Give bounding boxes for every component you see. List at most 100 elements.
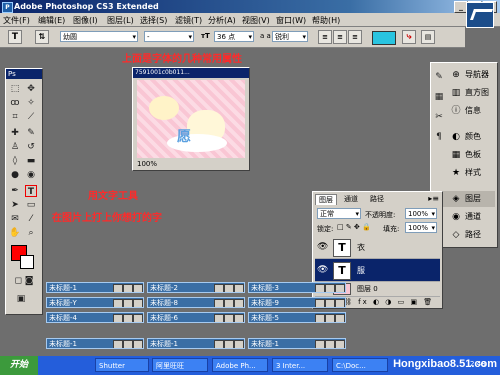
window-control-icon[interactable] <box>234 314 244 322</box>
window-control-icon[interactable] <box>224 314 234 322</box>
nav-histogram[interactable]: ▥ 直方图 <box>433 85 495 101</box>
background-color-swatch[interactable] <box>20 255 34 269</box>
minimized-document[interactable]: 未标题-3 <box>248 282 346 293</box>
character-panel-icon[interactable]: ▤ <box>421 30 435 44</box>
healing-brush-icon[interactable]: ✚ <box>9 127 21 139</box>
window-control-icon[interactable] <box>123 299 133 307</box>
font-family-select[interactable]: 幼圆 <box>60 31 138 43</box>
window-control-icon[interactable] <box>214 314 224 322</box>
window-control-icon[interactable] <box>214 299 224 307</box>
menu-layer[interactable]: 图层(L) <box>107 15 134 26</box>
type-tool-icon[interactable]: T <box>25 185 37 197</box>
move-tool-icon[interactable]: ✥ <box>25 83 37 95</box>
hand-tool-icon[interactable]: ✋ <box>9 227 21 239</box>
nav-styles[interactable]: ★ 样式 <box>433 165 495 181</box>
start-button[interactable]: 开始 <box>0 356 38 375</box>
window-control-icon[interactable] <box>234 340 244 348</box>
layer-row-selected[interactable]: 👁 T 服 <box>315 259 440 282</box>
text-tool-preset-icon[interactable]: T <box>8 30 22 44</box>
window-control-icon[interactable] <box>234 299 244 307</box>
minimized-document[interactable]: 未标题-1 <box>248 338 346 349</box>
tab-layers[interactable]: 图层 <box>315 194 337 205</box>
window-control-icon[interactable] <box>113 340 123 348</box>
taskbar-item[interactable]: C:\Doc... <box>332 358 388 372</box>
fill-input[interactable]: 100% <box>405 222 437 234</box>
taskbar-item[interactable]: 阿里旺旺 <box>152 358 208 372</box>
align-left-icon[interactable]: ≡ <box>318 30 332 44</box>
window-control-icon[interactable] <box>315 340 325 348</box>
window-control-icon[interactable] <box>214 284 224 292</box>
minimized-document[interactable]: 未标题-5 <box>248 312 346 323</box>
taskbar-item[interactable]: Shutter <box>95 358 149 372</box>
dodge-tool-icon[interactable]: ◉ <box>25 169 37 181</box>
zoom-tool-icon[interactable]: ⌕ <box>25 227 37 239</box>
window-control-icon[interactable] <box>123 340 133 348</box>
window-control-icon[interactable] <box>335 314 345 322</box>
window-control-icon[interactable] <box>133 284 143 292</box>
window-control-icon[interactable] <box>224 299 234 307</box>
window-control-icon[interactable] <box>234 284 244 292</box>
blur-tool-icon[interactable]: ● <box>9 169 21 181</box>
nav-info[interactable]: ⓘ 信息 <box>433 103 495 119</box>
magic-wand-icon[interactable]: ✧ <box>25 97 37 109</box>
quick-mask-icon[interactable]: ◻ ◙ <box>9 275 39 287</box>
window-control-icon[interactable] <box>224 340 234 348</box>
window-control-icon[interactable] <box>133 340 143 348</box>
font-style-select[interactable]: - <box>144 31 194 43</box>
window-control-icon[interactable] <box>133 299 143 307</box>
window-control-icon[interactable] <box>325 299 335 307</box>
align-center-icon[interactable]: ≡ <box>333 30 347 44</box>
crop-tool-icon[interactable]: ⌗ <box>9 111 21 123</box>
slice-tool-icon[interactable]: ⟋ <box>25 111 37 123</box>
window-control-icon[interactable] <box>214 340 224 348</box>
window-control-icon[interactable] <box>335 299 345 307</box>
menu-edit[interactable]: 编辑(E) <box>38 15 65 26</box>
window-control-icon[interactable] <box>113 314 123 322</box>
text-color-swatch[interactable] <box>372 31 396 45</box>
window-control-icon[interactable] <box>123 314 133 322</box>
path-select-icon[interactable]: ➤ <box>9 199 21 211</box>
lock-icons[interactable]: □ ✎ ✥ 🔒 <box>337 223 371 231</box>
minimized-document[interactable]: 未标题-1 <box>46 282 144 293</box>
minimized-document[interactable]: 未标题-Y <box>46 297 144 308</box>
lasso-tool-icon[interactable]: ꝏ <box>9 97 21 109</box>
menu-file[interactable]: 文件(F) <box>3 15 30 26</box>
align-right-icon[interactable]: ≡ <box>348 30 362 44</box>
window-control-icon[interactable] <box>315 284 325 292</box>
brush-tool-icon[interactable]: ✎ <box>25 127 37 139</box>
image-canvas[interactable]: 愿 <box>137 80 245 158</box>
minimized-document[interactable]: 未标题-8 <box>147 297 245 308</box>
blend-mode-select[interactable]: 正常 <box>317 208 361 220</box>
taskbar-item[interactable]: Adobe Ph... <box>212 358 268 372</box>
pen-tool-icon[interactable]: ✒ <box>9 185 21 197</box>
font-size-select[interactable]: 36 点 <box>214 31 254 43</box>
tab-paths[interactable]: 路径 <box>367 194 387 204</box>
window-control-icon[interactable] <box>315 314 325 322</box>
window-control-icon[interactable] <box>315 299 325 307</box>
screen-mode-icon[interactable]: ▣ <box>15 293 27 305</box>
window-control-icon[interactable] <box>335 340 345 348</box>
stamp-tool-icon[interactable]: ♙ <box>9 141 21 153</box>
window-control-icon[interactable] <box>335 284 345 292</box>
minimized-document[interactable]: 未标题-6 <box>147 312 245 323</box>
menu-select[interactable]: 选择(S) <box>140 15 167 26</box>
minimized-document[interactable]: 未标题-2 <box>147 282 245 293</box>
gradient-tool-icon[interactable]: ▬ <box>25 155 37 167</box>
eraser-tool-icon[interactable]: ◊ <box>9 155 21 167</box>
nav-color[interactable]: ◐ 颜色 <box>433 129 495 145</box>
text-orientation-icon[interactable]: ⇅ <box>35 30 49 44</box>
window-control-icon[interactable] <box>113 284 123 292</box>
layer-actions-icons[interactable]: ⛓ fx ◐ ◑ ▭ ▣ 🗑 <box>343 298 434 306</box>
panel-menu-icon[interactable]: ▸≡ <box>428 194 439 203</box>
history-brush-icon[interactable]: ↺ <box>25 141 37 153</box>
eye-icon[interactable]: 👁 <box>317 265 328 275</box>
shape-tool-icon[interactable]: ▭ <box>25 199 37 211</box>
menu-analysis[interactable]: 分析(A) <box>208 15 236 26</box>
minimized-document[interactable]: 未标题-4 <box>46 312 144 323</box>
eye-icon[interactable]: 👁 <box>317 242 328 252</box>
tab-channels[interactable]: 通道 <box>341 194 361 204</box>
nav-navigator[interactable]: ⊕ 导航器 <box>433 67 495 83</box>
layer-row[interactable]: 👁 T 衣 <box>315 236 440 259</box>
notes-tool-icon[interactable]: ✉ <box>9 213 21 225</box>
window-control-icon[interactable] <box>325 314 335 322</box>
